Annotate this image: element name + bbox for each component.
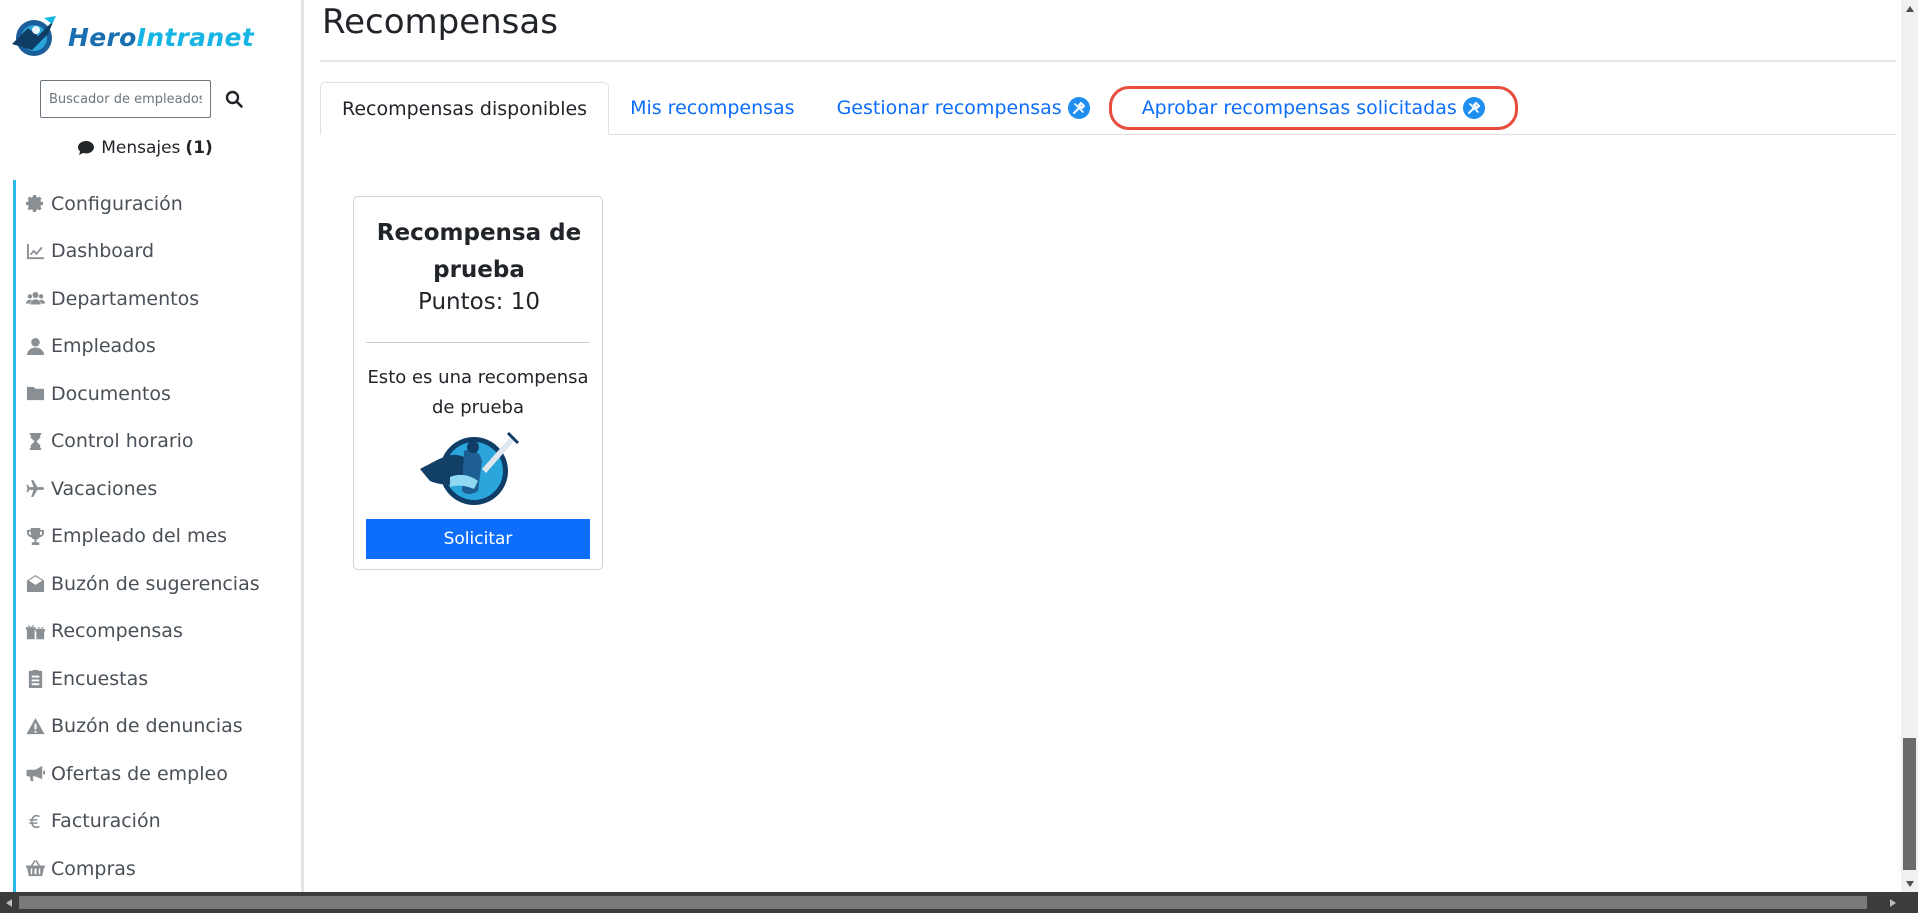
search-button[interactable]	[217, 82, 251, 116]
sidebar-item-label: Control horario	[51, 430, 194, 453]
employee-search	[40, 80, 251, 118]
hourglass-icon	[24, 430, 46, 452]
search-input[interactable]	[40, 80, 211, 118]
reward-hero-image	[420, 431, 520, 505]
bullhorn-icon	[24, 763, 46, 785]
request-reward-button[interactable]: Solicitar	[366, 519, 590, 559]
tools-icon	[1462, 97, 1485, 119]
vertical-scroll-thumb[interactable]	[1903, 738, 1916, 870]
sidebar-item-buzon-denuncias[interactable]: Buzón de denuncias	[13, 702, 301, 750]
sidebar-item-dashboard[interactable]: Dashboard	[13, 227, 301, 275]
sidebar-item-label: Vacaciones	[51, 477, 158, 500]
scroll-up-arrow-icon[interactable]	[1901, 0, 1918, 17]
euro-icon	[24, 810, 46, 832]
horizontal-scrollbar[interactable]	[0, 892, 1918, 913]
messages-link[interactable]: Mensajes (1)	[0, 138, 290, 158]
sidebar-item-documentos[interactable]: Documentos	[13, 370, 301, 418]
sidebar-item-label: Documentos	[51, 382, 171, 405]
warning-icon	[24, 715, 46, 737]
gear-icon	[24, 193, 46, 215]
reward-points: Puntos: 10	[417, 289, 541, 315]
scroll-left-arrow-icon[interactable]	[0, 892, 17, 913]
tab-label: Gestionar recompensas	[836, 97, 1062, 119]
trophy-icon	[24, 525, 46, 547]
app-window: HeroIntranet Mensajes (1) Configuración	[0, 0, 1918, 913]
sidebar-item-label: Departamentos	[51, 287, 200, 310]
brand-name: HeroIntranet	[68, 23, 254, 52]
sidebar: HeroIntranet Mensajes (1) Configuración	[0, 0, 304, 892]
sidebar-item-departamentos[interactable]: Departamentos	[13, 275, 301, 323]
tools-icon	[1067, 97, 1090, 119]
horizontal-scroll-thumb[interactable]	[19, 896, 1867, 909]
sidebar-item-label: Configuración	[51, 192, 183, 215]
chart-line-icon	[24, 240, 46, 262]
messages-label: Mensajes	[101, 138, 181, 158]
clipboard-list-icon	[24, 668, 46, 690]
sidebar-item-facturacion[interactable]: Facturación	[13, 797, 301, 845]
tab-label: Aprobar recompensas solicitadas	[1141, 97, 1457, 119]
sidebar-nav: Configuración Dashboard Departamentos Em…	[13, 180, 301, 892]
sidebar-item-ofertas-empleo[interactable]: Ofertas de empleo	[13, 750, 301, 798]
sidebar-item-label: Buzón de denuncias	[51, 715, 243, 738]
reward-title: Recompensa de prueba	[376, 220, 582, 283]
sidebar-item-label: Empleados	[51, 335, 156, 358]
sidebar-item-label: Empleado del mes	[51, 525, 228, 548]
tab-mis-recompensas[interactable]: Mis recompensas	[609, 82, 816, 134]
sidebar-item-label: Encuestas	[51, 667, 149, 690]
basket-icon	[24, 858, 46, 880]
brand[interactable]: HeroIntranet	[8, 12, 254, 62]
sidebar-item-encuestas[interactable]: Encuestas	[13, 655, 301, 703]
sidebar-item-recompensas[interactable]: Recompensas	[13, 607, 301, 655]
sidebar-item-control-horario[interactable]: Control horario	[13, 417, 301, 465]
tab-gestionar-recompensas[interactable]: Gestionar recompensas	[816, 82, 1111, 134]
sidebar-item-label: Dashboard	[51, 240, 155, 263]
gifts-icon	[24, 620, 46, 642]
sidebar-item-buzon-sugerencias[interactable]: Buzón de sugerencias	[13, 560, 301, 608]
scroll-right-arrow-icon[interactable]	[1884, 892, 1901, 913]
reward-card: Recompensa de prueba Puntos: 10 Esto es …	[353, 196, 603, 570]
sidebar-item-label: Compras	[51, 857, 136, 880]
envelope-open-icon	[24, 573, 46, 595]
user-icon	[24, 335, 46, 357]
comment-icon	[77, 140, 95, 156]
sidebar-item-compras[interactable]: Compras	[13, 845, 301, 892]
sidebar-item-label: Facturación	[51, 810, 161, 833]
title-divider	[320, 60, 1896, 62]
page-title: Recompensas	[322, 2, 558, 42]
vertical-scrollbar[interactable]	[1901, 0, 1918, 892]
main-content: Recompensas Recompensas disponibles Mis …	[320, 0, 1900, 892]
search-icon	[225, 90, 243, 108]
sidebar-item-label: Buzón de sugerencias	[51, 572, 260, 595]
hero-logo-icon	[12, 16, 56, 56]
tab-aprobar-recompensas-solicitadas[interactable]: Aprobar recompensas solicitadas	[1108, 82, 1518, 134]
brand-name-part2: Intranet	[136, 22, 254, 52]
sidebar-item-label: Recompensas	[51, 620, 183, 643]
tab-recompensas-disponibles[interactable]: Recompensas disponibles	[320, 82, 610, 135]
scroll-down-arrow-icon[interactable]	[1901, 875, 1918, 892]
sidebar-item-empleado-del-mes[interactable]: Empleado del mes	[13, 512, 301, 560]
tabs-bar: Recompensas disponibles Mis recompensas …	[320, 82, 1896, 135]
tab-label: Mis recompensas	[630, 97, 795, 119]
sidebar-item-vacaciones[interactable]: Vacaciones	[13, 465, 301, 513]
users-icon	[24, 288, 46, 310]
messages-count: (1)	[185, 138, 213, 158]
card-divider	[366, 342, 590, 343]
reward-description: Esto es una recompensa de prueba	[367, 367, 589, 418]
tab-label: Recompensas disponibles	[342, 97, 588, 120]
brand-name-part1: Hero	[68, 22, 137, 52]
plane-icon	[24, 478, 46, 500]
sidebar-item-configuracion[interactable]: Configuración	[13, 180, 301, 228]
sidebar-item-empleados[interactable]: Empleados	[13, 322, 301, 370]
folder-icon	[24, 383, 46, 405]
sidebar-item-label: Ofertas de empleo	[51, 762, 228, 785]
